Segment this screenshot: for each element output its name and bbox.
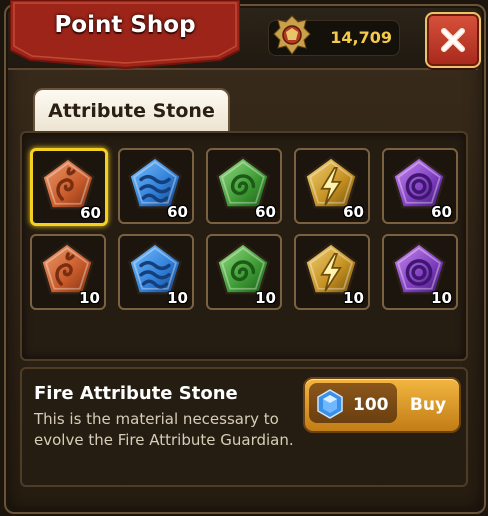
item-quantity: 10 — [167, 289, 188, 307]
page-title: Point Shop — [54, 12, 196, 38]
item-quantity: 10 — [343, 289, 364, 307]
item-slot-dark-stone[interactable]: 60 — [382, 148, 458, 224]
item-quantity: 60 — [80, 204, 101, 222]
tab-label: Attribute Stone — [48, 100, 215, 122]
item-description: This is the material necessary to evolve… — [34, 410, 294, 449]
crest-medal-icon — [273, 15, 311, 55]
item-slot-dark-stone[interactable]: 10 — [382, 234, 458, 310]
item-slot-fire-stone[interactable]: 60 — [30, 148, 108, 226]
item-slot-light-stone[interactable]: 60 — [294, 148, 370, 224]
item-slot-light-stone[interactable]: 10 — [294, 234, 370, 310]
item-slot-fire-stone[interactable]: 10 — [30, 234, 106, 310]
item-quantity: 60 — [431, 203, 452, 221]
gem-icon — [317, 389, 343, 419]
item-slot-water-stone[interactable]: 60 — [118, 148, 194, 224]
item-slot-wind-stone[interactable]: 10 — [206, 234, 282, 310]
item-quantity: 10 — [255, 289, 276, 307]
item-slot-water-stone[interactable]: 10 — [118, 234, 194, 310]
item-slot-wind-stone[interactable]: 60 — [206, 148, 282, 224]
item-quantity: 10 — [431, 289, 452, 307]
close-x-icon — [441, 28, 465, 52]
item-quantity: 10 — [79, 289, 100, 307]
item-name: Fire Attribute Stone — [34, 383, 238, 404]
item-quantity: 60 — [167, 203, 188, 221]
close-button[interactable] — [425, 12, 481, 68]
buy-label: Buy — [409, 395, 447, 415]
item-quantity: 60 — [343, 203, 364, 221]
item-quantity: 60 — [255, 203, 276, 221]
currency-value: 14,709 — [330, 28, 392, 47]
price-value: 100 — [353, 395, 389, 415]
